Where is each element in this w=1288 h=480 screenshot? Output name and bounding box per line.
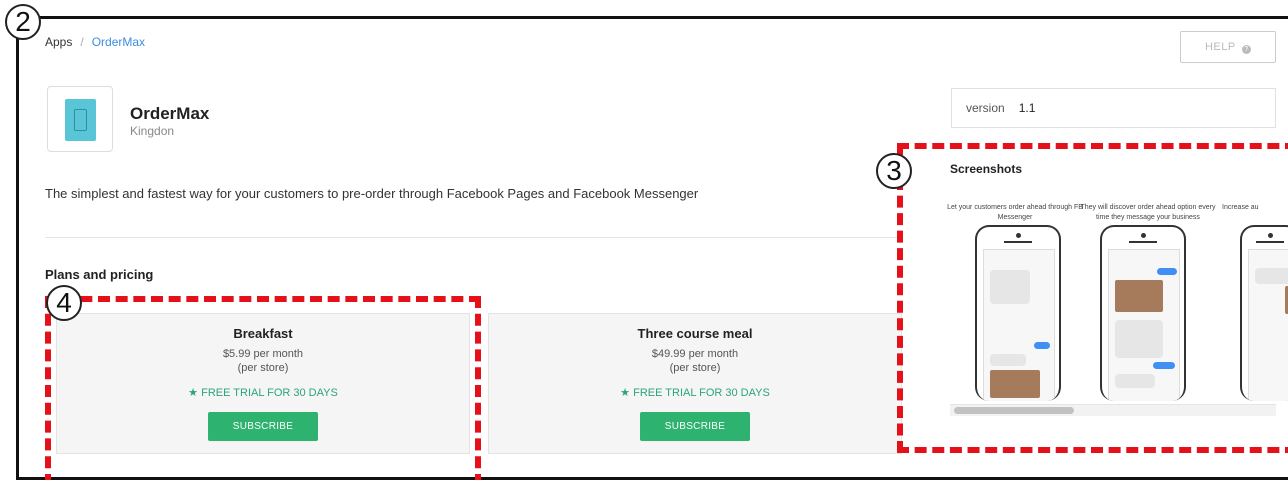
screenshot-image[interactable] <box>1240 225 1288 401</box>
app-phone-icon <box>65 99 96 141</box>
breadcrumb: Apps / OrderMax <box>45 35 145 49</box>
screenshot-caption: They will discover order ahead option ev… <box>1080 204 1216 221</box>
app-description: The simplest and fastest way for your cu… <box>45 186 699 201</box>
scrollbar-thumb[interactable] <box>954 407 1074 414</box>
annotation-3-label: 3 <box>876 153 912 189</box>
app-developer: Kingdon <box>130 124 175 138</box>
help-button[interactable]: HELP ? <box>1180 31 1276 63</box>
help-button-label: HELP <box>1204 41 1236 53</box>
screenshots-scrollbar[interactable] <box>950 404 1276 416</box>
version-value: 1.1 <box>1018 101 1036 115</box>
breadcrumb-apps[interactable]: Apps <box>45 35 72 49</box>
screenshots-title: Screenshots <box>950 162 1023 176</box>
subscribe-button[interactable]: SUBSCRIBE <box>640 412 750 441</box>
screenshot-image[interactable] <box>975 225 1061 401</box>
app-icon <box>47 86 113 152</box>
version-box: version 1.1 <box>951 88 1276 128</box>
subscribe-button[interactable]: SUBSCRIBE <box>208 412 318 441</box>
help-circle-icon: ? <box>1242 45 1252 54</box>
annotation-2-label: 2 <box>5 4 41 40</box>
plans-title: Plans and pricing <box>45 267 154 282</box>
breadcrumb-current[interactable]: OrderMax <box>92 35 145 49</box>
version-label: version <box>966 101 1005 115</box>
breadcrumb-separator: / <box>80 35 84 49</box>
annotation-4-label: 4 <box>46 285 82 321</box>
app-name: OrderMax <box>130 104 210 123</box>
divider <box>45 237 900 238</box>
screenshot-image[interactable] <box>1100 225 1186 401</box>
screenshot-caption: Let your customers order ahead through F… <box>947 204 1083 221</box>
screenshot-caption: Increase au <box>1222 204 1259 211</box>
